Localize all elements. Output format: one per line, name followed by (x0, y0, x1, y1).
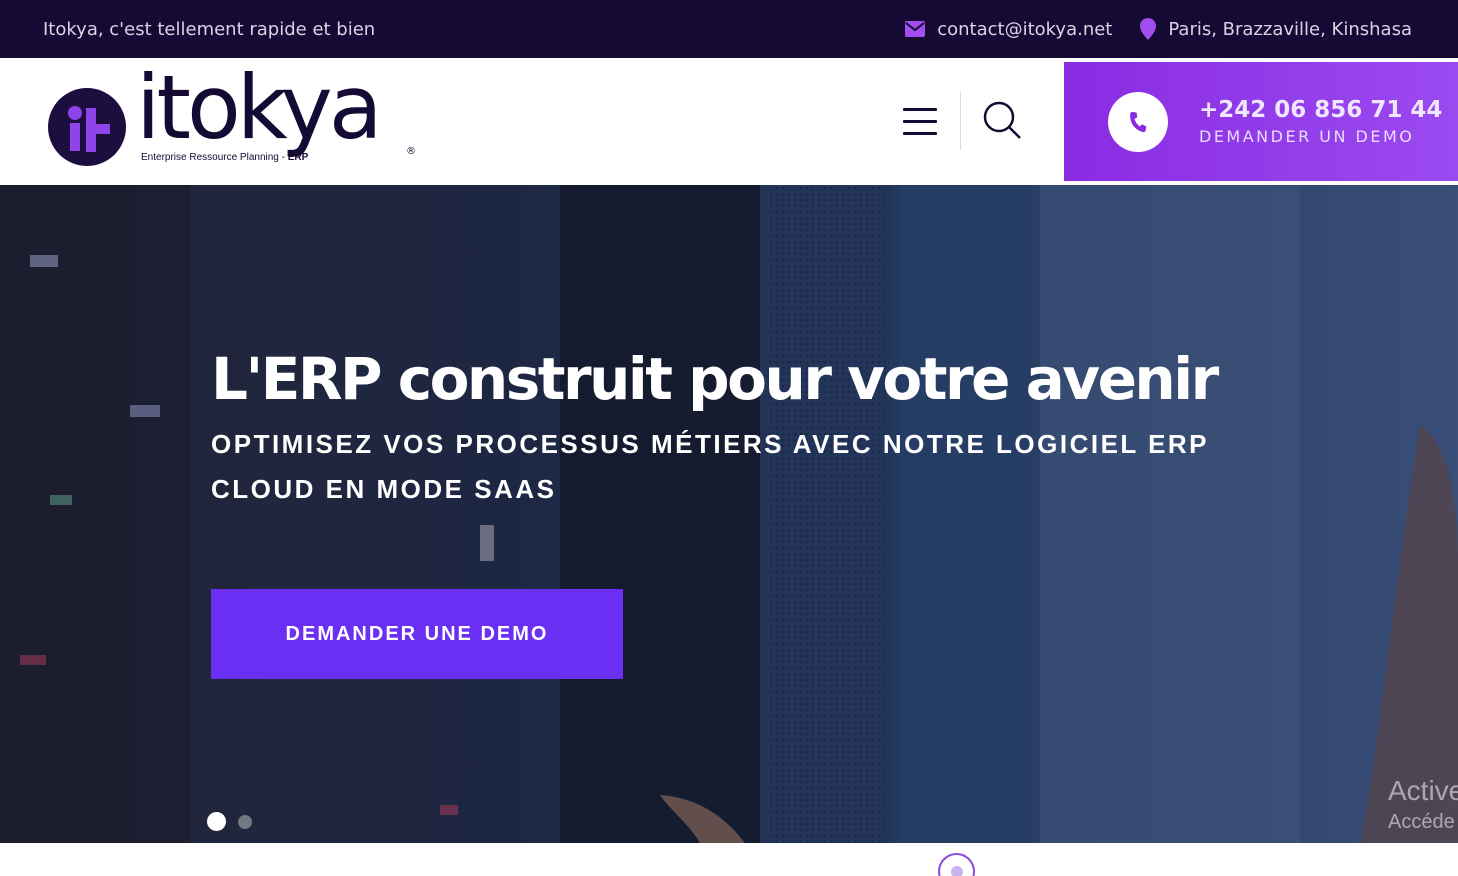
itokya-logo[interactable]: itokya Enterprise Ressource Planning - E… (48, 64, 428, 175)
logo-mark (48, 88, 126, 166)
cta-text: +242 06 856 71 44 DEMANDER UN DEMO (1199, 97, 1442, 146)
hamburger-menu-icon[interactable] (903, 108, 937, 136)
bottom-strip (0, 843, 1458, 876)
location-info: Paris, Brazzaville, Kinshasa (1140, 18, 1412, 40)
contact-info: contact@itokya.net Paris, Brazzaville, K… (905, 18, 1412, 40)
header-divider (960, 92, 961, 150)
tagline: Itokya, c'est tellement rapide et bien (43, 18, 376, 40)
email-link[interactable]: contact@itokya.net (905, 19, 1112, 40)
slide-dot-1[interactable] (207, 812, 226, 831)
registered-mark: ® (406, 146, 416, 157)
envelope-icon (905, 21, 926, 37)
slide-dot-2[interactable] (238, 814, 252, 829)
location-text: Paris, Brazzaville, Kinshasa (1168, 18, 1412, 40)
phone-demo-cta[interactable]: +242 06 856 71 44 DEMANDER UN DEMO (1064, 62, 1458, 181)
slider-pagination (207, 812, 252, 831)
phone-icon (1108, 91, 1168, 152)
hero-subtitle: OPTIMISEZ VOS PROCESSUS MÉTIERS AVEC NOT… (211, 429, 1209, 504)
windows-activation-watermark: Active Accéde (1388, 775, 1458, 833)
email-text[interactable]: contact@itokya.net (937, 19, 1112, 40)
request-demo-button[interactable]: DEMANDER UNE DEMO (211, 589, 623, 679)
hero-title: L'ERP construit pour votre avenir (211, 345, 1219, 413)
demo-label[interactable]: DEMANDER UN DEMO (1199, 127, 1442, 146)
main-header: itokya Enterprise Ressource Planning - E… (0, 58, 1458, 185)
logo-wordmark: itokya (136, 56, 383, 159)
search-icon[interactable] (982, 100, 1022, 140)
scroll-indicator[interactable] (938, 853, 975, 876)
map-pin-icon (1140, 18, 1157, 40)
hero-slider: L'ERP construit pour votre avenir OPTIMI… (0, 185, 1458, 843)
phone-number[interactable]: +242 06 856 71 44 (1199, 97, 1442, 123)
logo-subtitle: Enterprise Ressource Planning - ERP (141, 152, 309, 163)
top-info-bar: Itokya, c'est tellement rapide et bien c… (0, 0, 1458, 58)
hero-overlay (0, 185, 1458, 843)
